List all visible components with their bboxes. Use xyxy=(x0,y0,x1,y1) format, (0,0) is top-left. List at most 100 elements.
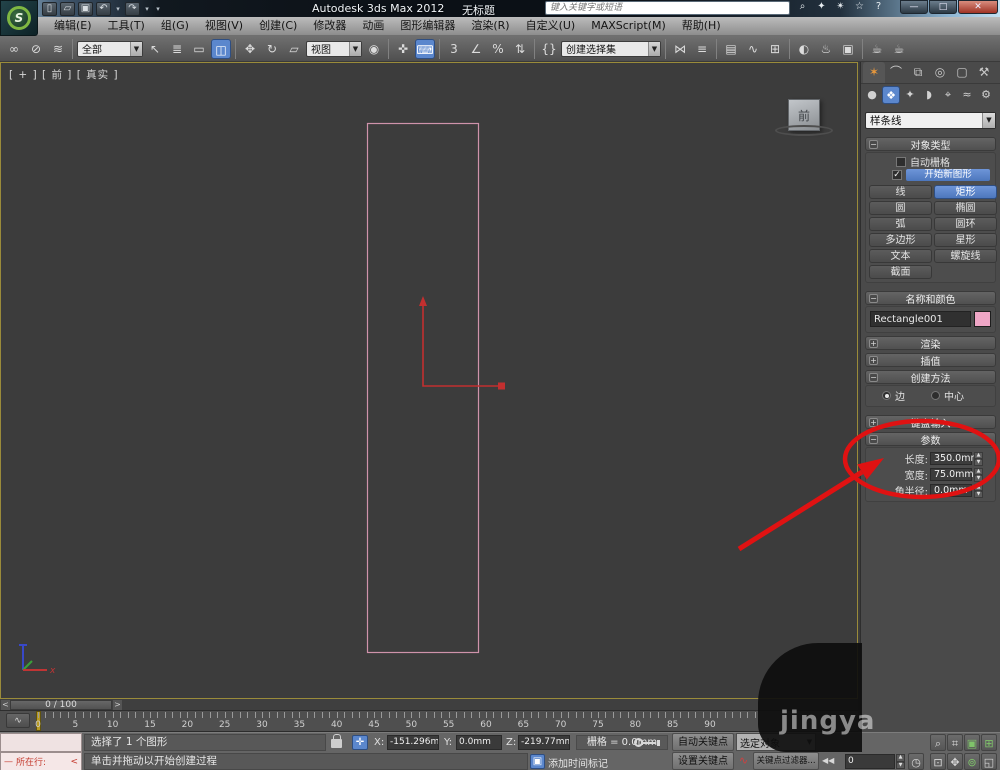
reference-coordinate-dropdown[interactable]: 视图 ▼ xyxy=(306,40,362,57)
start-new-shape-button[interactable]: 开始新图形 xyxy=(906,169,990,181)
open-file-icon[interactable]: ▱ xyxy=(60,1,75,16)
pan-icon[interactable]: ✥ xyxy=(947,753,963,770)
menu-help[interactable]: 帮助(H) xyxy=(674,17,729,35)
menu-edit[interactable]: 编辑(E) xyxy=(46,17,100,35)
text-button[interactable]: 文本 xyxy=(869,249,932,263)
shape-category-dropdown[interactable]: 样条线 ▼ xyxy=(865,112,996,129)
star-button[interactable]: 星形 xyxy=(934,233,997,247)
autogrid-checkbox[interactable] xyxy=(896,156,906,167)
zoom-extents-icon[interactable]: ▣ xyxy=(964,734,980,751)
prev-frame-button[interactable]: < xyxy=(1,700,10,710)
subtab-cameras[interactable]: ◗ xyxy=(920,86,938,104)
add-time-tag[interactable]: 添加时间标记 xyxy=(548,755,608,770)
favorites-star-icon[interactable]: ☆ xyxy=(852,0,867,14)
set-key-button[interactable]: 设置关键点 xyxy=(672,752,734,770)
new-file-icon[interactable]: ▯ xyxy=(42,1,57,16)
3dsmax-logo[interactable]: S xyxy=(0,0,38,36)
corner-radius-field[interactable]: 0.0mm xyxy=(930,483,972,497)
render-iterative-icon[interactable]: ☕ xyxy=(889,39,909,59)
circle-button[interactable]: 圆 xyxy=(869,201,932,215)
auto-key-button[interactable]: 自动关键点 xyxy=(672,733,734,751)
key-icon[interactable]: ✦ xyxy=(814,0,829,14)
menu-rendering[interactable]: 渲染(R) xyxy=(463,17,517,35)
menu-animation[interactable]: 动画 xyxy=(354,17,392,35)
use-pivot-point-icon[interactable]: ◉ xyxy=(364,39,384,59)
tab-utilities[interactable]: ⚒ xyxy=(973,62,995,83)
maxscript-mini-listener[interactable] xyxy=(0,733,82,752)
arc-button[interactable]: 弧 xyxy=(869,217,932,231)
undo-dropdown-icon[interactable]: ▾ xyxy=(114,5,122,13)
donut-button[interactable]: 圆环 xyxy=(934,217,997,231)
help-icon[interactable]: ? xyxy=(871,0,886,14)
length-field[interactable]: 350.0mm xyxy=(930,451,980,465)
mini-curve-editor-icon[interactable]: ∿ xyxy=(6,713,30,728)
communication-center-icon[interactable]: ✴ xyxy=(833,0,848,14)
tab-modify[interactable]: ⌒ xyxy=(885,62,907,83)
selection-filter-dropdown[interactable]: 全部 ▼ xyxy=(77,40,143,57)
center-radio[interactable]: 中心 xyxy=(931,388,964,403)
rollout-object-type[interactable]: − 对象类型 xyxy=(865,137,996,152)
start-new-shape-checkbox[interactable]: ✓ xyxy=(892,170,902,180)
redo-dropdown-icon[interactable]: ▾ xyxy=(143,5,151,13)
next-frame-button[interactable]: > xyxy=(113,700,122,710)
rollout-keyboard-entry[interactable]: + 键盘输入 xyxy=(865,415,996,430)
rollout-interpolation[interactable]: + 插值 xyxy=(865,353,996,368)
subtab-lights[interactable]: ✦ xyxy=(901,86,919,104)
search-input[interactable] xyxy=(545,1,790,15)
width-field-spinner[interactable]: ▲ ▼ xyxy=(974,467,983,482)
menu-graph-editors[interactable]: 图形编辑器 xyxy=(392,17,463,35)
window-crossing-toggle-icon[interactable]: ◫ xyxy=(211,38,231,59)
edit-named-selection-sets-icon[interactable]: {} xyxy=(539,39,559,59)
render-setup-icon[interactable]: ♨ xyxy=(816,39,836,59)
select-by-name-icon[interactable]: ≣ xyxy=(167,39,187,59)
subtab-geometry[interactable]: ● xyxy=(863,86,881,104)
rollout-rendering[interactable]: + 渲染 xyxy=(865,336,996,351)
select-and-manipulate-icon[interactable]: ✜ xyxy=(393,39,413,59)
minimize-button[interactable]: — xyxy=(900,0,928,14)
key-filter-curve-icon[interactable]: ∿ xyxy=(736,754,751,769)
track-bar[interactable]: ∿ 0 5 10 15 20 25 30 35 40 45 50 55 60 65 70 75 80 85 90 xyxy=(0,711,858,732)
absolute-mode-toggle-icon[interactable]: ✛ xyxy=(352,735,368,750)
manage-layers-icon[interactable]: ▤ xyxy=(721,39,741,59)
rectangle-button[interactable]: 矩形 xyxy=(934,185,997,199)
subtab-systems[interactable]: ⚙ xyxy=(977,86,995,104)
select-and-link-icon[interactable]: ∞ xyxy=(4,39,24,59)
rollout-creation-method[interactable]: − 创建方法 xyxy=(865,370,996,385)
bind-to-space-warp-icon[interactable]: ≋ xyxy=(48,39,68,59)
snaps-toggle-icon[interactable]: 3 xyxy=(444,39,464,59)
zoom-region-icon[interactable]: ⊡ xyxy=(930,753,946,770)
angle-snap-icon[interactable]: ∠ xyxy=(466,39,486,59)
tab-hierarchy[interactable]: ⧉ xyxy=(907,62,929,83)
menu-create[interactable]: 创建(C) xyxy=(251,17,305,35)
go-to-start-icon[interactable]: ◀◀ xyxy=(822,756,834,765)
schematic-view-icon[interactable]: ⊞ xyxy=(765,39,785,59)
zoom-extents-all-icon[interactable]: ⊞ xyxy=(981,734,997,751)
rectangular-selection-region-icon[interactable]: ▭ xyxy=(189,39,209,59)
spinner-snap-icon[interactable]: ⇅ xyxy=(510,39,530,59)
key-filters-button[interactable]: 关键点过滤器... xyxy=(753,752,819,770)
ngon-button[interactable]: 多边形 xyxy=(869,233,932,247)
selection-lock-icon[interactable] xyxy=(331,734,342,748)
section-button[interactable]: 截面 xyxy=(869,265,932,279)
redo-icon[interactable]: ↷ xyxy=(125,1,140,16)
object-name-field[interactable]: Rectangle001 xyxy=(870,311,971,327)
adaptive-degradation-icon[interactable]: ▣ xyxy=(530,754,545,769)
coord-y-field[interactable]: 0.0mm xyxy=(456,735,502,750)
tab-create[interactable]: ✶ xyxy=(863,62,885,83)
zoom-icon[interactable]: ⌕ xyxy=(930,734,946,751)
unlink-selection-icon[interactable]: ⊘ xyxy=(26,39,46,59)
named-selection-sets-dropdown[interactable]: 创建选择集 ▼ xyxy=(561,40,661,57)
tab-display[interactable]: ▢ xyxy=(951,62,973,83)
tab-motion[interactable]: ◎ xyxy=(929,62,951,83)
rollout-name-color[interactable]: − 名称和颜色 xyxy=(865,291,996,306)
front-viewport[interactable]: [ + ] [ 前 ] [ 真实 ] 前 xyxy=(0,62,858,699)
helix-button[interactable]: 螺旋线 xyxy=(934,249,997,263)
corner-radius-field-spinner[interactable]: ▲ ▼ xyxy=(974,483,983,498)
select-and-rotate-icon[interactable]: ↻ xyxy=(262,39,282,59)
percent-snap-icon[interactable]: % xyxy=(488,39,508,59)
current-frame-field[interactable]: 0 xyxy=(845,754,895,769)
viewcube-ring[interactable] xyxy=(775,125,833,136)
subtab-shapes[interactable]: ❖ xyxy=(882,86,900,104)
select-and-move-icon[interactable]: ✥ xyxy=(240,39,260,59)
coord-x-field[interactable]: -151.296mm xyxy=(387,735,439,750)
